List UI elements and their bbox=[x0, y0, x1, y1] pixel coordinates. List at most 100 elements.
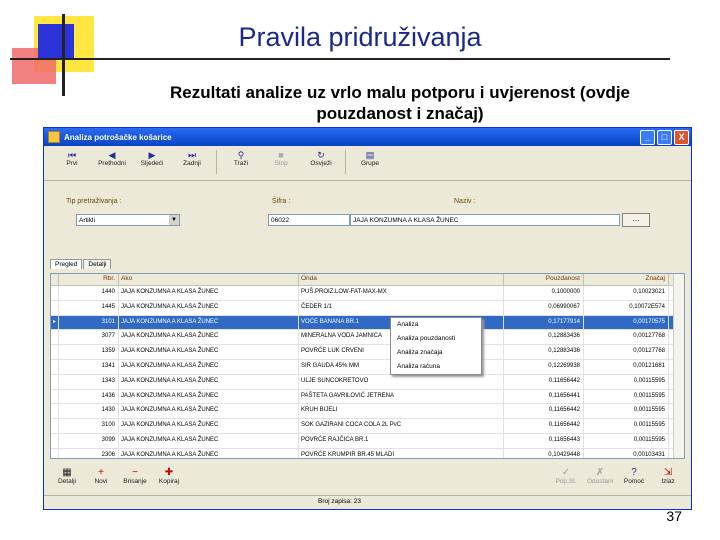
record-count: Broj zapisa: 23 bbox=[318, 498, 361, 505]
refresh-button[interactable]: ↻ Osvježi bbox=[301, 150, 341, 167]
table-cell: 1343 bbox=[59, 374, 119, 389]
help-button[interactable]: ? Pomoć bbox=[617, 467, 651, 485]
column-header-rbr[interactable]: Rbr. bbox=[59, 274, 119, 285]
last-button[interactable]: ⏭ Zadnji bbox=[172, 150, 212, 167]
table-cell: 1445 bbox=[59, 300, 119, 315]
table-cell: ULJE SUNCOKRETOVO bbox=[299, 374, 504, 389]
next-button[interactable]: ▶ Sljedeći bbox=[132, 150, 172, 167]
table-cell: SOK GAZIRANI COCA COLA 2L PvC bbox=[299, 419, 504, 433]
search-button[interactable]: ⚲ Traži bbox=[221, 150, 261, 167]
table-cell: JAJA KONZUMNA A KLASA ŽUNEC bbox=[119, 389, 299, 404]
table-cell: JAJA KONZUMNA A KLASA ŽUNEC bbox=[119, 448, 299, 458]
table-header: Rbr. Ako Onda Pouzdanost Značaj bbox=[51, 274, 684, 286]
decor-horizontal-line bbox=[10, 58, 670, 60]
table-cell: 1440 bbox=[59, 286, 119, 300]
table-cell: 0,11656441 bbox=[504, 389, 584, 404]
maximize-button[interactable]: □ bbox=[657, 129, 672, 145]
copy-button[interactable]: ✚ Kopiraj bbox=[152, 467, 186, 485]
first-icon: ⏮ bbox=[67, 150, 77, 160]
table-row[interactable]: 1440 JAJA KONZUMNA A KLASA ŽUNEC PUŠ.PROIZ… bbox=[51, 286, 684, 301]
table-row[interactable]: 1343 JAJA KONZUMNA A KLASA ŽUNEC ULJE SUNC… bbox=[51, 374, 684, 390]
refresh-icon: ↻ bbox=[317, 150, 325, 160]
table-cell: JAJA KONZUMNA A KLASA ŽUNEC bbox=[119, 345, 299, 359]
table-row[interactable]: 3077 JAJA KONZUMNA A KLASA ŽUNEC MINERALNA… bbox=[51, 330, 684, 346]
minus-icon: − bbox=[132, 467, 138, 478]
new-button[interactable]: + Novi bbox=[84, 467, 118, 485]
column-header-pouzdanost[interactable]: Pouzdanost bbox=[504, 274, 584, 285]
table-cell: KRUH BIJELI bbox=[299, 404, 504, 419]
table-cell: 0,00115595 bbox=[584, 433, 669, 448]
exit-button[interactable]: ⇲ Izlaz bbox=[651, 467, 685, 485]
delete-button[interactable]: − Brisanje bbox=[118, 467, 152, 485]
menu-item-analiza-znacaja[interactable]: Analiza značaja bbox=[391, 346, 481, 360]
row-indicator bbox=[51, 433, 59, 448]
table-cell: POVRĆE RAJČICA BR.1 bbox=[299, 433, 504, 448]
search-type-label: Tip pretraživanja : bbox=[66, 198, 122, 205]
table-cell: 0,00115595 bbox=[584, 389, 669, 404]
name-input[interactable]: JAJA KONZUMNA A KLASA ŽUNEC bbox=[350, 214, 620, 226]
vertical-scrollbar[interactable] bbox=[673, 274, 684, 458]
menu-item-analiza[interactable]: Analiza bbox=[391, 318, 481, 332]
first-button[interactable]: ⏮ Prvi bbox=[52, 150, 92, 167]
table-cell: 0,11656442 bbox=[504, 404, 584, 419]
table-cell: 0,00127768 bbox=[584, 330, 669, 345]
prev-icon: ◀ bbox=[108, 150, 116, 160]
table-row[interactable]: 1430 JAJA KONZUMNA A KLASA ŽUNEC KRUH BIJE… bbox=[51, 404, 684, 420]
groups-button[interactable]: ▤ Grupe bbox=[350, 150, 390, 167]
table-cell: 0,00121681 bbox=[584, 359, 669, 374]
table-cell: 0,12883436 bbox=[504, 330, 584, 345]
table-row[interactable]: ▸ 3101 JAJA KONZUMNA A KLASA ŽUNEC VOĆE BAN… bbox=[51, 315, 684, 331]
cancel-button[interactable]: ✗ Odustani bbox=[583, 467, 617, 485]
column-header-znacaj[interactable]: Značaj bbox=[584, 274, 669, 285]
tab-strip: Pregled Detalji bbox=[50, 259, 112, 269]
row-indicator-header bbox=[51, 274, 59, 285]
search-icon: ⚲ bbox=[237, 150, 245, 160]
column-header-onda[interactable]: Onda bbox=[299, 274, 504, 285]
table-row[interactable]: 3099 JAJA KONZUMNA A KLASA ŽUNEC POVRĆE RA… bbox=[51, 433, 684, 449]
tab-pregled[interactable]: Pregled bbox=[50, 259, 83, 269]
search-type-select[interactable]: Artikli ▼ bbox=[76, 214, 180, 226]
tab-detalji[interactable]: Detalji bbox=[83, 259, 112, 269]
menu-item-analiza-pouzdanosti[interactable]: Analiza pouzdanosti bbox=[391, 332, 481, 346]
row-indicator bbox=[51, 359, 59, 374]
browse-button[interactable]: ... bbox=[622, 213, 650, 227]
table-cell: JAJA KONZUMNA A KLASA ŽUNEC bbox=[119, 404, 299, 419]
column-header-ako[interactable]: Ako bbox=[119, 274, 299, 285]
table-cell: 0,12883436 bbox=[504, 345, 584, 359]
app-icon bbox=[48, 131, 60, 143]
code-input[interactable]: 06022 bbox=[268, 214, 350, 226]
previous-button[interactable]: ◀ Prethodni bbox=[92, 150, 132, 167]
table-row[interactable]: 2306 JAJA KONZUMNA A KLASA ŽUNEC POVRĆE KR… bbox=[51, 448, 684, 458]
table-cell: 0,1000000 bbox=[504, 286, 584, 300]
table-row[interactable]: 1445 JAJA KONZUMNA A KLASA ŽUNEC ČEDER 1/1… bbox=[51, 300, 684, 316]
stop-button[interactable]: ■ Stop bbox=[261, 150, 301, 167]
table-cell: 1436 bbox=[59, 389, 119, 404]
table-cell: JAJA KONZUMNA A KLASA ŽUNEC bbox=[119, 374, 299, 389]
app-window: Analiza potrošačke košarice _ □ X ⏮ Prvi … bbox=[43, 127, 692, 510]
table-row[interactable]: 1359 JAJA KONZUMNA A KLASA ŽUNEC POVRĆE LU… bbox=[51, 345, 684, 360]
details-button[interactable]: ▦ Detalji bbox=[50, 467, 84, 485]
table-cell: 0,10072E574 bbox=[584, 300, 669, 315]
plus-icon: + bbox=[98, 467, 104, 478]
bottom-toolbar: ▦ Detalji + Novi − Brisanje ✚ Kopiraj ✓ Pop.S… bbox=[50, 467, 685, 493]
menu-item-analiza-racuna[interactable]: Analiza računa bbox=[391, 360, 481, 374]
table-row[interactable]: 1436 JAJA KONZUMNA A KLASA ŽUNEC PAŠTETA G… bbox=[51, 389, 684, 405]
details-icon: ▦ bbox=[62, 467, 72, 478]
code-label: Šifra : bbox=[272, 198, 291, 205]
table-cell: 0,17177914 bbox=[504, 315, 584, 330]
table-cell: JAJA KONZUMNA A KLASA ŽUNEC bbox=[119, 315, 299, 330]
table-cell: 0,11656442 bbox=[504, 374, 584, 389]
row-indicator bbox=[51, 419, 59, 433]
row-indicator bbox=[51, 448, 59, 458]
table-cell: 3100 bbox=[59, 419, 119, 433]
table-row[interactable]: 3100 JAJA KONZUMNA A KLASA ŽUNEC SOK GAZIR… bbox=[51, 419, 684, 434]
chevron-down-icon[interactable]: ▼ bbox=[169, 215, 179, 225]
title-bar[interactable]: Analiza potrošačke košarice _ □ X bbox=[44, 128, 691, 146]
minimize-button[interactable]: _ bbox=[640, 129, 655, 145]
table-cell: 0,11656443 bbox=[504, 433, 584, 448]
save-button[interactable]: ✓ Pop.Sl. bbox=[549, 467, 583, 485]
table-body: 1440 JAJA KONZUMNA A KLASA ŽUNEC PUŠ.PROIZ… bbox=[51, 286, 684, 458]
table-row[interactable]: 1341 JAJA KONZUMNA A KLASA ŽUNEC SIR GAUDA… bbox=[51, 359, 684, 375]
status-bar: Broj zapisa: 23 bbox=[44, 495, 691, 509]
close-button[interactable]: X bbox=[674, 129, 689, 145]
